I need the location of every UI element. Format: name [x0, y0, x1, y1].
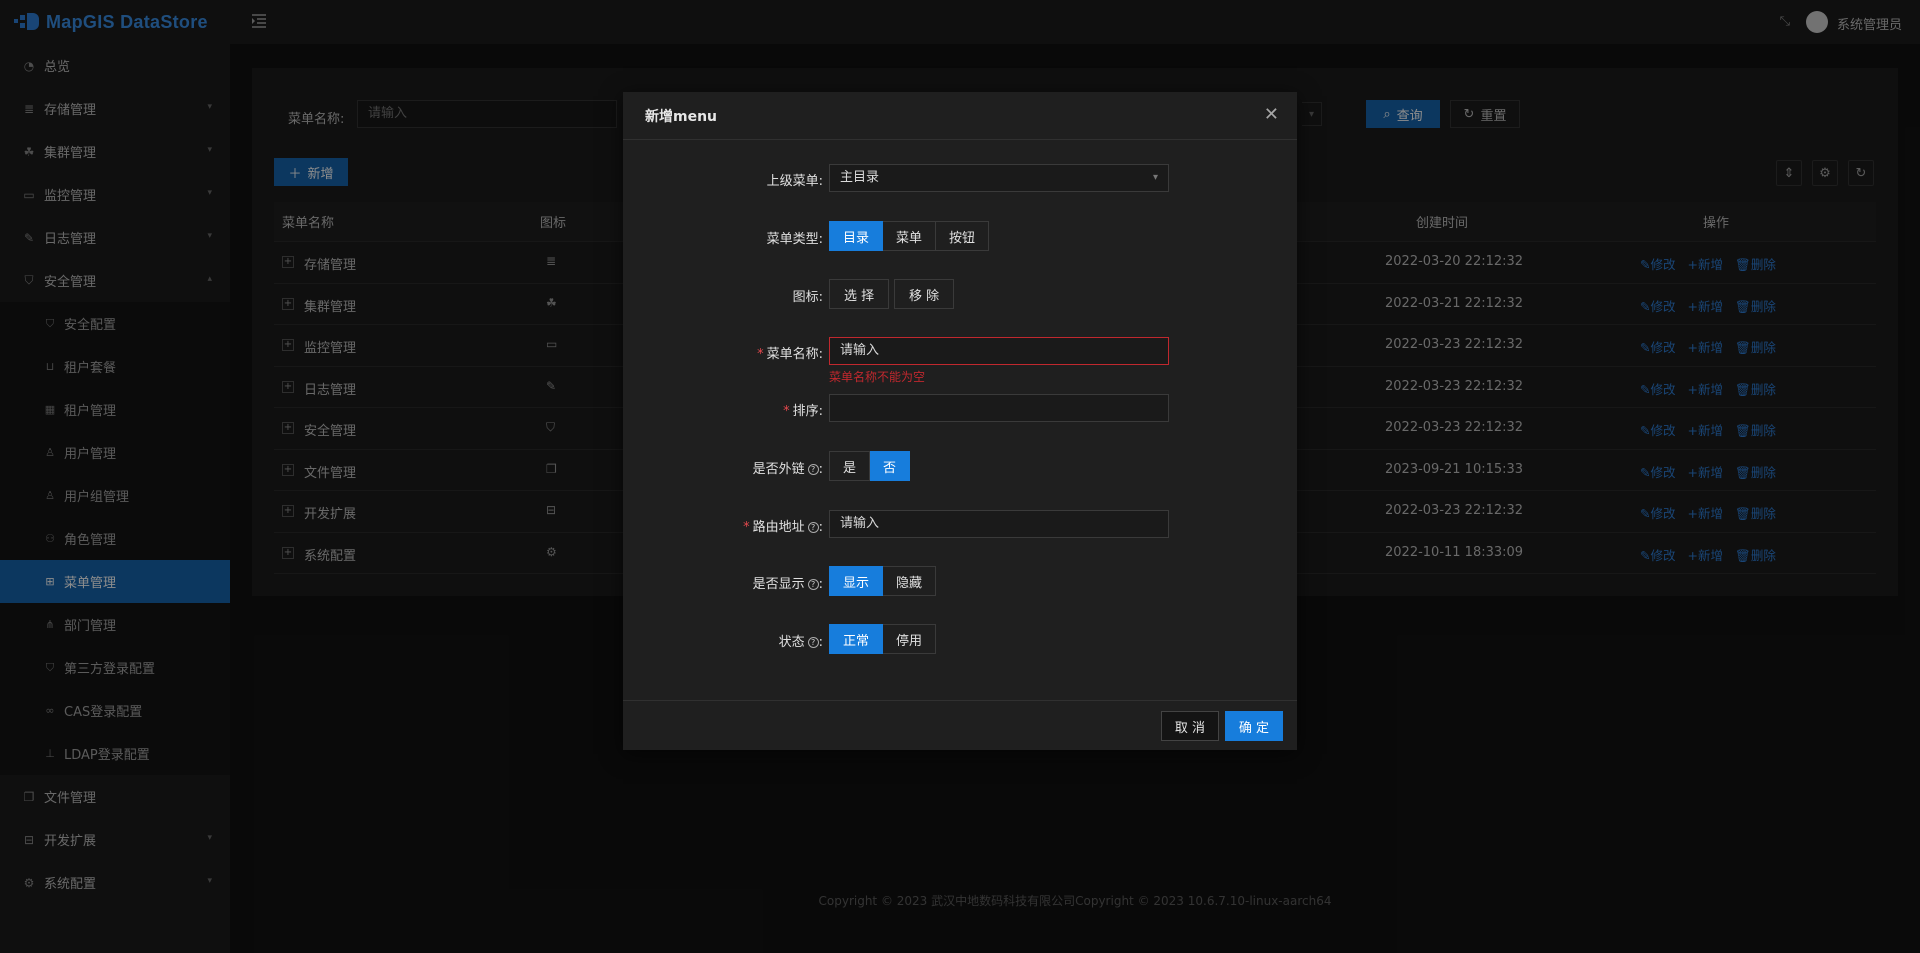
- confirm-button[interactable]: 确 定: [1225, 711, 1283, 741]
- icon-remove-button[interactable]: 移 除: [894, 279, 955, 309]
- status-normal[interactable]: 正常: [829, 624, 884, 654]
- visible-label-text: 是否显示: [752, 577, 805, 592]
- parent-menu-label-text: 上级菜单:: [766, 174, 823, 189]
- order-input[interactable]: [829, 394, 1169, 422]
- route-label-text: 路由地址: [752, 520, 805, 535]
- menu-name-label: * 菜单名称:: [757, 347, 823, 362]
- menu-name-error: 菜单名称不能为空: [829, 370, 926, 384]
- status-label: 状态?:: [778, 635, 823, 650]
- visible-hide[interactable]: 隐藏: [883, 566, 937, 596]
- icon-label: 图标:: [623, 286, 823, 305]
- close-icon[interactable]: ✕: [1264, 104, 1279, 125]
- question-circle-icon[interactable]: ?: [807, 464, 819, 475]
- menu-type-label: 菜单类型:: [623, 228, 823, 247]
- external-link-yes[interactable]: 是: [829, 451, 871, 481]
- external-link-no[interactable]: 否: [870, 451, 911, 481]
- add-menu-modal: 新增menu ✕ 上级菜单: 主目录 ▾ 菜单类型: 目录 菜单 按钮 图标: …: [623, 92, 1297, 750]
- icon-select-button[interactable]: 选 择: [829, 279, 890, 309]
- menu-type-radio-group: 目录 菜单 按钮: [829, 221, 990, 251]
- route-label: * 路由地址?:: [743, 520, 823, 535]
- question-circle-icon[interactable]: ?: [807, 579, 819, 590]
- status-radio-group: 正常 停用: [829, 624, 937, 654]
- route-input[interactable]: 请输入: [829, 510, 1169, 538]
- chevron-down-icon: ▾: [1152, 172, 1158, 183]
- order-label-text: 排序:: [792, 404, 823, 419]
- menu-type-button[interactable]: 按钮: [936, 221, 990, 251]
- modal-footer: 取 消 确 定: [623, 700, 1297, 750]
- menu-type-menu[interactable]: 菜单: [883, 221, 937, 251]
- status-label-text: 状态: [778, 635, 805, 650]
- modal-header: 新增menu ✕: [623, 92, 1297, 140]
- parent-menu-value: 主目录: [840, 170, 880, 185]
- question-circle-icon[interactable]: ?: [807, 522, 819, 533]
- external-link-radio-group: 是 否: [829, 451, 911, 481]
- menu-name-label-text: 菜单名称:: [766, 347, 823, 362]
- external-link-label-text: 是否外链: [752, 462, 805, 477]
- menu-name-input[interactable]: 请输入: [829, 337, 1169, 365]
- external-link-label: 是否外链?:: [752, 462, 823, 477]
- modal-title: 新增menu: [645, 109, 718, 125]
- order-label: * 排序:: [783, 404, 823, 419]
- menu-type-label-text: 菜单类型:: [766, 232, 823, 247]
- parent-menu-select[interactable]: 主目录 ▾: [829, 164, 1169, 192]
- visible-show[interactable]: 显示: [829, 566, 884, 596]
- question-circle-icon[interactable]: ?: [807, 637, 819, 648]
- parent-menu-label: 上级菜单:: [623, 170, 823, 189]
- status-disabled[interactable]: 停用: [883, 624, 937, 654]
- menu-type-directory[interactable]: 目录: [829, 221, 884, 251]
- cancel-button[interactable]: 取 消: [1161, 711, 1219, 741]
- icon-label-text: 图标:: [792, 290, 823, 305]
- visible-label: 是否显示?:: [752, 577, 823, 592]
- visible-radio-group: 显示 隐藏: [829, 566, 937, 596]
